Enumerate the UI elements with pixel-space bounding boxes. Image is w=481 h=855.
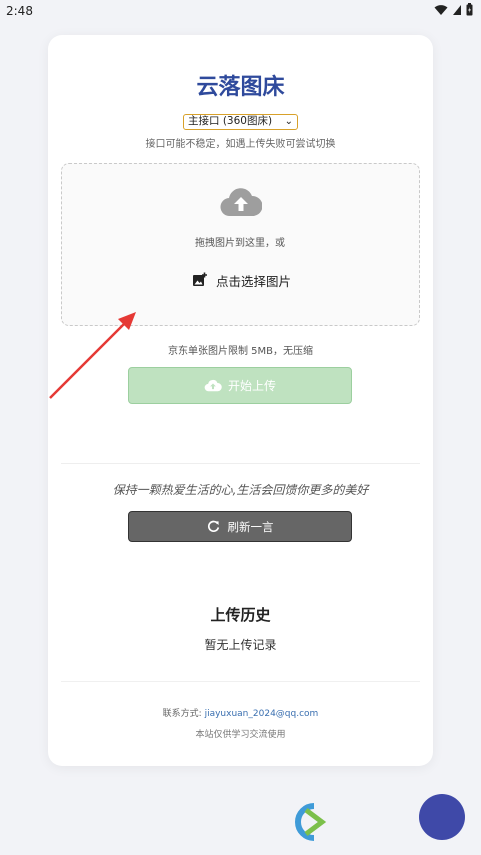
status-bar: 2:48 xyxy=(0,0,481,24)
app-title: 云落图床 xyxy=(196,75,285,100)
interface-hint: 接口可能不稳定，如遇上传失败可尝试切换 xyxy=(145,139,336,150)
choose-image-button[interactable]: 点击选择图片 xyxy=(192,270,291,290)
interface-select[interactable]: 主接口 (360图床) ⌄ xyxy=(183,114,298,130)
divider xyxy=(61,681,420,682)
interface-select-value: 主接口 (360图床) xyxy=(188,115,273,127)
signal-icon xyxy=(453,4,461,15)
cloud-upload-icon xyxy=(220,188,262,217)
contact-label: 联系方式: xyxy=(162,709,202,719)
history-empty-text: 暂无上传记录 xyxy=(204,638,277,652)
contact-email-link[interactable]: jiayuxuan_2024@qq.com xyxy=(205,709,319,719)
size-limit-text: 京东单张图片限制 5MB，无压缩 xyxy=(167,346,314,357)
upload-dropzone[interactable]: 拖拽图片到这里，或 点击选择图片 xyxy=(61,163,420,326)
contact-line: 联系方式: jiayuxuan_2024@qq.com xyxy=(48,706,433,719)
cloud-upload-icon xyxy=(204,379,222,392)
status-time: 2:48 xyxy=(6,4,33,18)
drag-hint: 拖拽图片到这里，或 xyxy=(195,238,285,249)
chevron-down-icon: ⌄ xyxy=(284,116,293,127)
wifi-icon xyxy=(434,4,448,15)
daily-quote: 保持一颗热爱生活的心,生活会回馈你更多的美好 xyxy=(112,483,369,497)
disclaimer-text: 本站仅供学习交流使用 xyxy=(195,730,286,740)
history-title: 上传历史 xyxy=(210,606,271,624)
choose-image-label: 点击选择图片 xyxy=(216,273,292,289)
main-card: 云落图床 主接口 (360图床) ⌄ 接口可能不稳定，如遇上传失败可尝试切换 拖… xyxy=(48,35,433,766)
status-icons xyxy=(434,3,473,16)
start-upload-label: 开始上传 xyxy=(227,379,276,393)
battery-icon xyxy=(466,3,473,16)
refresh-quote-label: 刷新一言 xyxy=(227,519,274,534)
refresh-quote-button[interactable]: 刷新一言 xyxy=(128,511,352,542)
watermark-logo xyxy=(295,803,327,841)
divider xyxy=(61,463,420,464)
refresh-icon xyxy=(207,520,219,532)
start-upload-button[interactable]: 开始上传 xyxy=(128,367,352,404)
add-photo-icon xyxy=(193,272,207,286)
